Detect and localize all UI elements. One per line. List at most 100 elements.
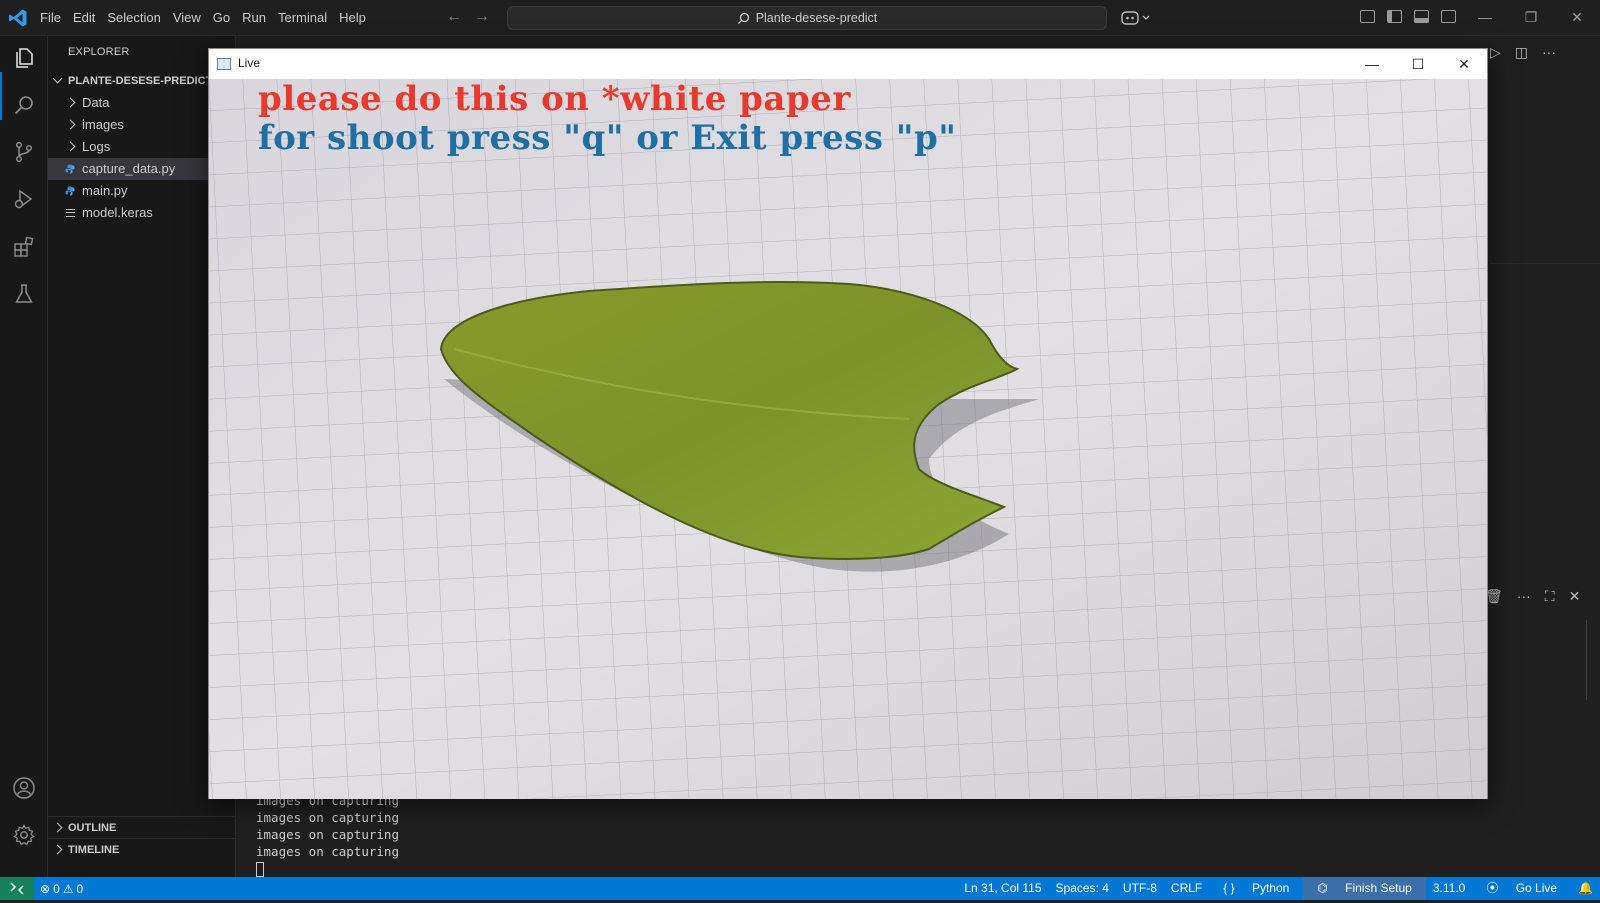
menu-help[interactable]: Help [333, 0, 372, 36]
minimize-icon[interactable]: — [1349, 49, 1395, 79]
python-file-icon [65, 164, 75, 174]
menu-go[interactable]: Go [207, 0, 236, 36]
remote-indicator[interactable] [0, 877, 34, 900]
tree-item-label: Data [82, 95, 110, 110]
command-center-search[interactable]: Plante-desese-predict [507, 6, 1107, 30]
python-interpreter[interactable]: 3.11.0 [1426, 877, 1472, 900]
live-window-title: Live [238, 56, 261, 70]
error-count: 0 [53, 881, 60, 896]
menu-selection[interactable]: Selection [101, 0, 166, 36]
restore-icon[interactable]: ❐ [1508, 0, 1554, 36]
run-debug-icon[interactable] [12, 187, 36, 211]
toggle-panel-icon[interactable] [1414, 10, 1429, 23]
extensions-icon[interactable] [12, 235, 36, 259]
window-controls: — ❐ ✕ [1462, 0, 1600, 36]
tree-item-label: model.keras [82, 205, 153, 220]
project-root-label: PLANTE-DESESE-PREDICT [68, 75, 213, 87]
go-live-label: Go Live [1515, 881, 1558, 895]
camera-frame-image: please do this on *white paper for shoot… [209, 79, 1487, 799]
account-icon[interactable] [12, 776, 36, 800]
menu-run[interactable]: Run [236, 0, 272, 36]
copilot-icon[interactable] [1120, 9, 1154, 27]
problems-indicator[interactable]: ⊗ 0 ⚠ 0 [40, 877, 83, 900]
editor-actions: ▷ ◫ ··· [1490, 44, 1556, 61]
tree-item-label: capture_data.py [82, 161, 176, 176]
live-capture-window[interactable]: Live — ☐ ✕ please do this on *white pape… [208, 48, 1488, 799]
encoding[interactable]: UTF-8 [1116, 877, 1164, 900]
copilot-icon: ⌬ [1317, 881, 1328, 895]
app-window-icon [217, 58, 231, 70]
testing-icon[interactable] [12, 282, 36, 306]
menu-edit[interactable]: Edit [67, 0, 101, 36]
explorer-title: EXPLORER [68, 46, 130, 58]
layout-controls [1360, 10, 1456, 23]
tree-item-label: main.py [82, 183, 128, 198]
timeline-label: TIMELINE [68, 844, 120, 856]
close-icon[interactable]: ✕ [1554, 0, 1600, 36]
outline-label: OUTLINE [68, 822, 117, 834]
terminal-output[interactable]: images on capturing images on capturing … [256, 792, 399, 877]
chevron-right-icon [65, 97, 76, 108]
files-icon[interactable] [12, 46, 36, 70]
language-mode[interactable]: { } Python [1209, 877, 1303, 900]
close-panel-icon[interactable]: ✕ [1569, 588, 1581, 605]
menu-view[interactable]: View [167, 0, 207, 36]
chevron-down-icon [52, 73, 63, 84]
finish-setup-label: Finish Setup [1345, 881, 1412, 895]
more-actions-icon[interactable]: ··· [1542, 44, 1556, 61]
terminal-line: images on capturing [256, 844, 399, 859]
panel-scrollbar[interactable] [1586, 620, 1587, 700]
warning-count: 0 [76, 881, 84, 896]
maximize-icon[interactable]: ☐ [1395, 49, 1441, 79]
maximize-panel-icon[interactable]: ⛶ [1545, 588, 1555, 605]
source-control-icon[interactable] [12, 140, 36, 164]
braces-icon: { } [1223, 881, 1235, 895]
go-live[interactable]: ⦿ Go Live [1472, 877, 1571, 900]
cursor-position[interactable]: Ln 31, Col 115 [957, 877, 1048, 900]
outline-section[interactable]: OUTLINE [48, 816, 236, 838]
python-file-icon [65, 186, 75, 196]
chevron-right-icon [65, 119, 76, 130]
timeline-section[interactable]: TIMELINE [48, 838, 236, 860]
camera-feed: please do this on *white paper for shoot… [209, 79, 1487, 799]
menu-terminal[interactable]: Terminal [272, 0, 333, 36]
indentation[interactable]: Spaces: 4 [1049, 877, 1116, 900]
tree-item-label: images [82, 117, 124, 132]
language-label: Python [1251, 881, 1290, 895]
notifications-bell-icon[interactable]: 🔔 [1571, 877, 1600, 900]
menu-file[interactable]: File [34, 0, 67, 36]
error-icon: ⊗ [40, 881, 51, 896]
settings-gear-icon[interactable] [12, 823, 36, 847]
activity-bar [0, 36, 48, 877]
terminal-cursor [256, 862, 264, 877]
minimize-icon[interactable]: — [1462, 0, 1508, 36]
run-python-file-icon[interactable]: ▷ [1490, 44, 1501, 61]
active-indicator [0, 72, 2, 120]
search-icon[interactable] [12, 93, 36, 117]
toggle-primary-sidebar-icon[interactable] [1387, 10, 1402, 23]
editor-divider [1490, 263, 1600, 264]
customize-layout-icon[interactable] [1360, 10, 1375, 23]
chevron-right-icon [52, 844, 63, 855]
status-bar: ⊗ 0 ⚠ 0 Ln 31, Col 115 Spaces: 4 UTF-8 C… [0, 877, 1600, 900]
back-arrow-icon[interactable]: ← [446, 8, 462, 26]
menu-bar: File Edit Selection View Go Run Terminal… [34, 0, 372, 36]
broadcast-icon: ⦿ [1486, 881, 1499, 895]
vscode-logo-icon [9, 9, 27, 27]
warning-icon: ⚠ [62, 881, 74, 896]
toggle-secondary-sidebar-icon[interactable] [1441, 10, 1456, 23]
forward-arrow-icon[interactable]: → [474, 8, 490, 26]
terminal-panel-actions: 🗑 ··· ⛶ ✕ [1485, 588, 1580, 605]
finish-setup[interactable]: ⌬ Finish Setup [1303, 877, 1426, 900]
split-editor-icon[interactable]: ◫ [1515, 44, 1528, 61]
remote-icon [10, 882, 24, 895]
terminal-line: images on capturing [256, 827, 399, 842]
more-actions-icon[interactable]: ··· [1517, 588, 1531, 605]
end-of-line[interactable]: CRLF [1164, 877, 1209, 900]
navigation-arrows: ← → [446, 8, 490, 26]
overlay-instruction-line1: please do this on *white paper [258, 79, 851, 119]
search-icon [737, 12, 749, 24]
live-window-titlebar[interactable]: Live — ☐ ✕ [209, 49, 1487, 79]
close-icon[interactable]: ✕ [1441, 49, 1487, 79]
title-bar: File Edit Selection View Go Run Terminal… [0, 0, 1600, 36]
